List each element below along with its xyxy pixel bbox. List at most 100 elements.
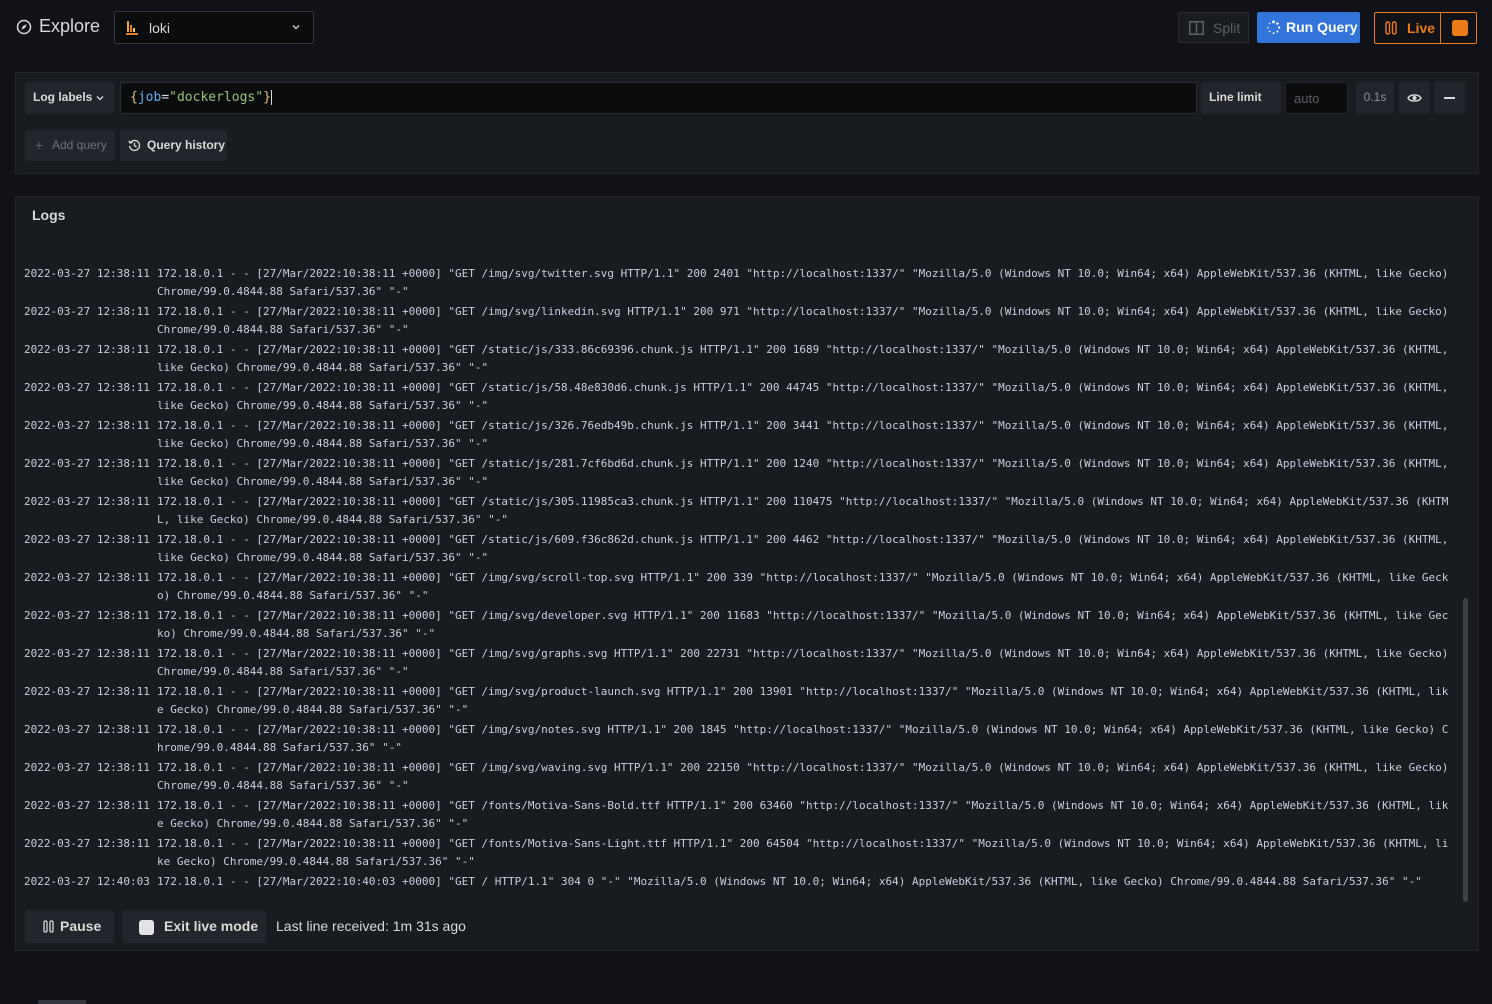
refresh-icon [1267, 20, 1281, 35]
text-cursor [270, 90, 272, 105]
query-time-badge: 0.1s [1356, 82, 1394, 114]
log-message: 172.18.0.1 - - [27/Mar/2022:10:38:11 +00… [157, 647, 1449, 678]
split-icon [1189, 21, 1204, 35]
log-timestamp: 2022-03-27 12:38:11 [24, 419, 150, 432]
log-timestamp: 2022-03-27 12:38:11 [24, 723, 150, 736]
toggle-query-visibility-button[interactable] [1399, 82, 1430, 114]
line-limit-label: Line limit [1209, 90, 1262, 104]
live-divider [1440, 13, 1441, 43]
log-timestamp: 2022-03-27 12:38:11 [24, 647, 150, 660]
pause-icon [43, 920, 54, 933]
logs-scrollbar[interactable] [1462, 241, 1470, 903]
explore-toolbar: Explore loki Split Run Query Live [0, 0, 1492, 56]
pause-button[interactable]: Pause [25, 910, 114, 943]
query-history-label: Query history [147, 138, 226, 152]
last-line-received: Last line received: 1m 31s ago [276, 918, 466, 934]
log-message: 172.18.0.1 - - [27/Mar/2022:10:38:11 +00… [157, 457, 1449, 488]
stop-icon[interactable] [1452, 20, 1468, 36]
log-row[interactable]: 2022-03-27 12:38:11 172.18.0.1 - - [27/Ma… [24, 835, 1460, 873]
log-message: 172.18.0.1 - - [27/Mar/2022:10:40:03 +00… [157, 875, 1422, 888]
query-editor-row: Log labels {job="dockerlogs"} Line limit… [15, 72, 1479, 174]
checkbox-icon [139, 920, 154, 935]
log-row[interactable]: 2022-03-27 12:38:11 172.18.0.1 - - [27/Ma… [24, 303, 1460, 341]
log-row[interactable]: 2022-03-27 12:38:11 172.18.0.1 - - [27/Ma… [24, 531, 1460, 569]
log-message: 172.18.0.1 - - [27/Mar/2022:10:38:11 +00… [157, 495, 1449, 526]
exit-live-mode-label: Exit live mode [164, 918, 259, 934]
log-timestamp: 2022-03-27 12:38:11 [24, 685, 150, 698]
query-brace-close: } [263, 90, 271, 105]
eye-icon [1407, 94, 1422, 102]
log-row[interactable]: 2022-03-27 12:38:11 172.18.0.1 - - [27/Ma… [24, 607, 1460, 645]
line-limit-label-box: Line limit [1201, 82, 1281, 114]
loki-logo-icon [126, 21, 138, 35]
query-input[interactable]: {job="dockerlogs"} [120, 82, 1197, 114]
remove-query-button[interactable] [1434, 82, 1465, 114]
log-row[interactable]: 2022-03-27 12:38:11 172.18.0.1 - - [27/Ma… [24, 645, 1460, 683]
log-timestamp: 2022-03-27 12:38:11 [24, 799, 150, 812]
log-message: Mozilla/5.0 (Windows NT 10.0; Win64; x64… [157, 241, 1452, 265]
datasource-name: loki [149, 20, 171, 36]
log-row[interactable]: 2022-03-27 12:38:11 172.18.0.1 - - [27/Ma… [24, 455, 1460, 493]
chevron-down-icon [292, 25, 300, 30]
log-row[interactable]: 2022-03-27 12:38:11 172.18.0.1 - - [27/Ma… [24, 759, 1460, 797]
add-query-button[interactable]: + Add query [25, 130, 115, 161]
log-timestamp: 2022-03-27 12:40:03 [24, 875, 150, 888]
query-brace-open: { [130, 90, 138, 105]
query-label-value: "dockerlogs" [169, 90, 264, 105]
log-row[interactable]: 2022-03-27 12:40:03 172.18.0.1 - - [27/Ma… [24, 873, 1460, 903]
split-button[interactable]: Split [1178, 12, 1249, 43]
live-label: Live [1407, 20, 1436, 36]
log-message: 172.18.0.1 - - [27/Mar/2022:10:38:11 +00… [157, 609, 1449, 640]
log-timestamp: 2022-03-27 12:38:11 [24, 837, 150, 850]
minus-icon [1444, 97, 1455, 99]
run-query-button[interactable]: Run Query [1257, 12, 1360, 43]
log-timestamp: 2022-03-27 12:38:11 [24, 381, 150, 394]
log-message: 172.18.0.1 - - [27/Mar/2022:10:38:11 +00… [157, 799, 1449, 830]
scrollbar-thumb[interactable] [1463, 598, 1468, 902]
log-timestamp: 2022-03-27 12:38:11 [24, 533, 150, 546]
log-row[interactable]: 2022-03-27 12:38:11 172.18.0.1 - - [27/Ma… [24, 797, 1460, 835]
logs-viewport[interactable]: Mozilla/5.0 (Windows NT 10.0; Win64; x64… [16, 241, 1462, 903]
query-history-button[interactable]: Query history [120, 130, 227, 161]
datasource-picker[interactable]: loki [114, 11, 314, 44]
live-button[interactable]: Live [1374, 12, 1477, 44]
query-label-key: job [137, 90, 162, 105]
bottom-resize-handle[interactable] [38, 1000, 86, 1004]
log-row[interactable]: 2022-03-27 12:38:11 172.18.0.1 - - [27/Ma… [24, 341, 1460, 379]
log-row[interactable]: 2022-03-27 12:38:11 172.18.0.1 - - [27/Ma… [24, 721, 1460, 759]
log-row[interactable]: 2022-03-27 12:38:11 172.18.0.1 - - [27/Ma… [24, 417, 1460, 455]
log-message: 172.18.0.1 - - [27/Mar/2022:10:38:11 +00… [157, 837, 1449, 868]
log-row[interactable]: 2022-03-27 12:38:11 172.18.0.1 - - [27/Ma… [24, 379, 1460, 417]
add-query-label: Add query [52, 138, 107, 152]
log-row[interactable]: 2022-03-27 12:38:11 172.18.0.1 - - [27/Ma… [24, 683, 1460, 721]
log-timestamp: 2022-03-27 12:38:11 [24, 305, 150, 318]
log-timestamp: 2022-03-27 12:38:11 [24, 761, 150, 774]
log-labels-button[interactable]: Log labels [25, 82, 114, 114]
run-query-label: Run Query [1286, 19, 1358, 35]
log-timestamp: 2022-03-27 12:38:11 [24, 267, 150, 280]
compass-icon [16, 19, 32, 35]
plus-icon: + [35, 137, 44, 153]
log-message: 172.18.0.1 - - [27/Mar/2022:10:38:11 +00… [157, 343, 1449, 374]
log-row[interactable]: 2022-03-27 12:38:11 172.18.0.1 - - [27/Ma… [24, 569, 1460, 607]
log-message: 172.18.0.1 - - [27/Mar/2022:10:38:11 +00… [157, 723, 1449, 754]
log-timestamp: 2022-03-27 12:38:11 [24, 457, 150, 470]
log-message: 172.18.0.1 - - [27/Mar/2022:10:38:11 +00… [157, 761, 1449, 792]
exit-live-mode-button[interactable]: Exit live mode [122, 910, 266, 943]
log-row[interactable]: 2022-03-27 12:38:11 172.18.0.1 - - [27/Ma… [24, 493, 1460, 531]
log-labels-label: Log labels [33, 90, 93, 104]
log-message: 172.18.0.1 - - [27/Mar/2022:10:38:11 +00… [157, 419, 1449, 450]
line-limit-input[interactable]: auto [1285, 82, 1348, 114]
logs-panel: Logs Mozilla/5.0 (Windows NT 10.0; Win64… [15, 196, 1479, 951]
log-timestamp [24, 241, 157, 265]
log-message: 172.18.0.1 - - [27/Mar/2022:10:38:11 +00… [157, 533, 1449, 564]
log-row[interactable]: 2022-03-27 12:38:11 172.18.0.1 - - [27/Ma… [24, 265, 1460, 303]
history-icon [128, 139, 141, 152]
log-message: 172.18.0.1 - - [27/Mar/2022:10:38:11 +00… [157, 381, 1449, 412]
log-row[interactable]: Mozilla/5.0 (Windows NT 10.0; Win64; x64… [24, 241, 1460, 265]
query-operator: = [161, 90, 170, 105]
log-timestamp: 2022-03-27 12:38:11 [24, 495, 150, 508]
log-timestamp: 2022-03-27 12:38:11 [24, 343, 150, 356]
log-timestamp: 2022-03-27 12:38:11 [24, 609, 150, 622]
log-rows: Mozilla/5.0 (Windows NT 10.0; Win64; x64… [24, 241, 1460, 903]
